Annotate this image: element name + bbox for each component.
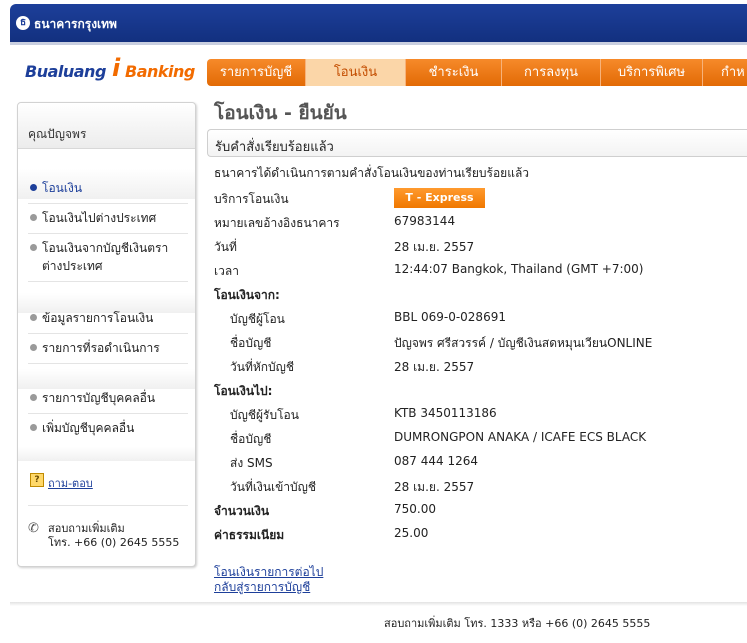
phone-icon: ✆ — [28, 521, 39, 536]
bullet-icon — [30, 184, 37, 191]
tab-investment[interactable]: การลงทุน — [502, 59, 601, 86]
time-value: 12:44:07 Bangkok, Thailand (GMT +7:00) — [394, 262, 644, 276]
to-account-value: KTB 3450113186 — [394, 406, 497, 420]
credit-date-label: วันที่เงินเข้าบัญชี — [230, 480, 317, 494]
fee-label: ค่าธรรมเนียม — [214, 528, 285, 542]
brand-i-icon: i — [112, 54, 121, 82]
divider — [28, 233, 188, 234]
date-label: วันที่ — [214, 240, 237, 254]
divider — [28, 363, 188, 364]
to-heading: โอนเงินไป: — [214, 384, 273, 398]
bullet-icon — [30, 244, 37, 251]
from-account-label: บัญชีผู้โอน — [230, 312, 285, 326]
top-header-bar: ธ ธนาคารกรุงเทพ — [10, 4, 747, 42]
sidebar-item-label: รายการที่รอดำเนินการ — [42, 341, 160, 355]
sidebar-item-fcd-transfer[interactable]: โอนเงินจากบัญชีเงินตราต่างประเทศ — [18, 239, 195, 275]
divider — [28, 413, 188, 414]
brand-logo[interactable]: Bualuang i Banking — [25, 54, 195, 94]
tab-payment[interactable]: ชำระเงิน — [406, 59, 502, 86]
date-value: 28 เม.ย. 2557 — [394, 240, 475, 254]
help-label[interactable]: ถาม-ตอบ — [48, 474, 93, 492]
to-name-label: ชื่อบัญชี — [230, 432, 272, 446]
ref-value: 67983144 — [394, 214, 456, 228]
sidebar-item-label: รายการบัญชีบุคคลอื่น — [42, 391, 156, 405]
tab-settings[interactable]: กำห — [703, 59, 747, 86]
footer-contact: สอบถามเพิ่มเติม โทร. 1333 หรือ +66 (0) 2… — [384, 617, 651, 630]
main-nav: รายการบัญชี โอนเงิน ชำระเงิน การลงทุน บร… — [207, 59, 747, 86]
tab-transfer[interactable]: โอนเงิน — [306, 59, 406, 86]
sidebar-item-transfer[interactable]: โอนเงิน — [18, 179, 195, 197]
sidebar-item-transfer-history[interactable]: ข้อมูลรายการโอนเงิน — [18, 309, 195, 327]
sms-label: ส่ง SMS — [230, 456, 273, 470]
ref-label: หมายเลขอ้างอิงธนาคาร — [214, 216, 340, 230]
divider — [28, 203, 188, 204]
from-heading: โอนเงินจาก: — [214, 288, 280, 302]
time-label: เวลา — [214, 264, 239, 278]
sidebar-item-label: โอนเงินจากบัญชีเงินตราต่างประเทศ — [42, 241, 169, 273]
sidebar-item-add-third-party[interactable]: เพิ่มบัญชีบุคคลอื่น — [18, 419, 195, 437]
bank-logo-icon: ธ — [16, 16, 30, 30]
bank-name: ธนาคารกรุงเทพ — [34, 17, 117, 31]
from-account-value: BBL 069-0-028691 — [394, 310, 506, 324]
question-icon: ? — [30, 473, 44, 487]
credit-date-value: 28 เม.ย. 2557 — [394, 480, 475, 494]
fee-value: 25.00 — [394, 526, 429, 540]
notice-text: รับคำสั่งเรียบร้อยแล้ว — [215, 140, 334, 155]
debit-date-value: 28 เม.ย. 2557 — [394, 360, 475, 374]
user-name: คุณปัญจพร — [28, 127, 87, 141]
back-to-accounts-link[interactable]: กลับสู่รายการบัญชี — [214, 578, 310, 597]
to-account-label: บัญชีผู้รับโอน — [230, 408, 299, 422]
tab-special-services[interactable]: บริการพิเศษ — [601, 59, 703, 86]
footer-divider — [10, 602, 747, 606]
brand-text-part1: Bualuang — [25, 62, 106, 81]
sms-value: 087 444 1264 — [394, 454, 478, 468]
section-band — [18, 369, 195, 389]
amount-label: จำนวนเงิน — [214, 504, 270, 518]
bullet-icon — [30, 314, 37, 321]
header-divider — [10, 42, 747, 45]
brand-text-part2: Banking — [125, 62, 195, 81]
sidebar: คุณปัญจพร โอนเงิน โอนเงินไปต่างประเทศ โอ… — [17, 102, 196, 567]
sidebar-item-third-party-accounts[interactable]: รายการบัญชีบุคคลอื่น — [18, 389, 195, 407]
bullet-icon — [30, 394, 37, 401]
sidebar-item-label: ข้อมูลรายการโอนเงิน — [42, 311, 154, 325]
sidebar-header: คุณปัญจพร — [18, 103, 195, 149]
divider — [28, 505, 188, 506]
bullet-icon — [30, 344, 37, 351]
to-name-value: DUMRONGPON ANAKA / ICAFE ECS BLACK — [394, 430, 647, 444]
sidebar-item-international-transfer[interactable]: โอนเงินไปต่างประเทศ — [18, 209, 195, 227]
bullet-icon — [30, 424, 37, 431]
success-message: ธนาคารได้ดำเนินการตามคำสั่งโอนเงินของท่า… — [214, 166, 530, 180]
page-title: โอนเงิน - ยืนยัน — [214, 102, 347, 124]
section-band — [18, 447, 195, 461]
service-label: บริการโอนเงิน — [214, 192, 289, 206]
contact-line2: โทร. +66 (0) 2645 5555 — [48, 536, 180, 549]
sidebar-item-label: โอนเงินไปต่างประเทศ — [42, 211, 157, 225]
from-name-label: ชื่อบัญชี — [230, 336, 272, 350]
sidebar-item-label: โอนเงิน — [42, 181, 83, 195]
sidebar-item-label: เพิ่มบัญชีบุคคลอื่น — [42, 421, 135, 435]
notice-box: รับคำสั่งเรียบร้อยแล้ว — [207, 129, 747, 157]
bullet-icon — [30, 214, 37, 221]
from-name-value: ปัญจพร ศรีสวรรค์ / บัญชีเงินสดหมุนเวียนO… — [394, 336, 653, 350]
service-badge: T - Express — [394, 188, 485, 208]
debit-date-label: วันที่หักบัญชี — [230, 360, 295, 374]
divider — [28, 281, 188, 282]
amount-value: 750.00 — [394, 502, 436, 516]
tab-accounts[interactable]: รายการบัญชี — [207, 59, 306, 86]
sidebar-item-pending[interactable]: รายการที่รอดำเนินการ — [18, 339, 195, 357]
divider — [28, 333, 188, 334]
